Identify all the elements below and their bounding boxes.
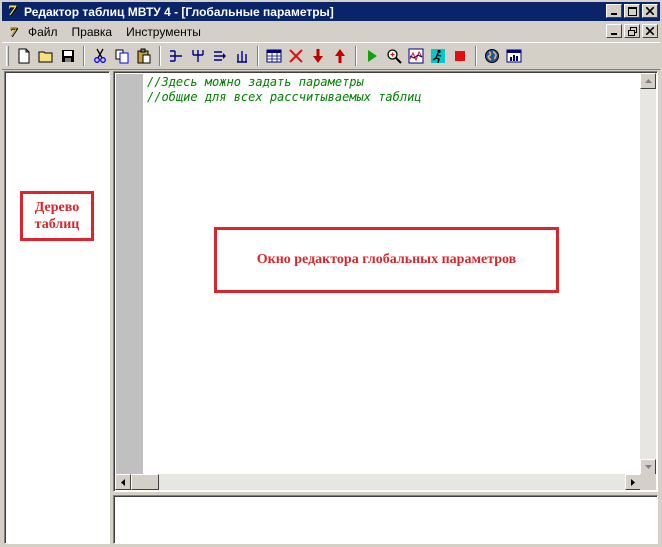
move-down-icon	[313, 49, 323, 63]
scroll-left-button[interactable]	[115, 474, 131, 490]
cut-icon	[94, 48, 106, 63]
open-folder-icon	[38, 51, 53, 63]
arrow-left-icon	[121, 478, 125, 486]
tree-up-icon	[237, 51, 247, 63]
cut-button[interactable]	[89, 45, 111, 67]
tree-right-button[interactable]	[209, 45, 231, 67]
toolbar-grip[interactable]	[6, 46, 9, 66]
caption-buttons	[604, 4, 658, 18]
paste-button[interactable]	[133, 45, 155, 67]
code-line: //Здесь можно задать параметры	[147, 75, 364, 89]
tree-up-button[interactable]	[231, 45, 253, 67]
scrollbar-corner	[640, 474, 656, 490]
tree-expand-button[interactable]	[187, 45, 209, 67]
title-bar[interactable]: 7 Редактор таблиц МВТУ 4 - [Глобальные п…	[2, 2, 660, 21]
paste-icon	[137, 48, 151, 64]
close-icon	[646, 27, 654, 35]
delete-button[interactable]	[285, 45, 307, 67]
menu-tools[interactable]: Инструменты	[119, 25, 208, 39]
chart-window-icon	[506, 49, 522, 63]
run-button[interactable]	[361, 45, 383, 67]
close-button[interactable]	[642, 4, 658, 18]
toolbar-separator	[475, 46, 477, 66]
app-window: 7 Редактор таблиц МВТУ 4 - [Глобальные п…	[0, 0, 662, 547]
doc-close-button[interactable]	[642, 24, 658, 38]
scroll-up-button[interactable]	[640, 73, 656, 89]
toolbar-separator	[355, 46, 357, 66]
minimize-icon	[611, 33, 617, 35]
table-tree-panel[interactable]	[4, 71, 110, 544]
move-up-button[interactable]	[329, 45, 351, 67]
minimize-icon	[611, 13, 617, 15]
toolbar-separator	[159, 46, 161, 66]
zoom-icon	[387, 49, 402, 64]
stop-button[interactable]	[449, 45, 471, 67]
open-button[interactable]	[35, 45, 57, 67]
run-icon	[368, 50, 377, 62]
restore-icon	[627, 26, 637, 36]
new-file-icon	[18, 48, 30, 64]
editor-gutter	[116, 74, 143, 475]
doc-minimize-button[interactable]	[606, 24, 622, 38]
output-panel[interactable]	[113, 495, 658, 544]
copy-button[interactable]	[111, 45, 133, 67]
tree-collapse-button[interactable]	[165, 45, 187, 67]
arrow-right-icon	[631, 478, 635, 486]
globe-icon	[485, 49, 499, 63]
menu-file[interactable]: Файл	[21, 25, 65, 39]
arrow-down-icon	[644, 465, 652, 469]
graph-button[interactable]	[405, 45, 427, 67]
delete-icon	[289, 49, 303, 63]
move-up-icon	[335, 49, 345, 63]
copy-icon	[115, 49, 129, 64]
toolbar	[2, 42, 660, 70]
zoom-button[interactable]	[383, 45, 405, 67]
maximize-icon	[627, 6, 637, 16]
menu-bar: 7 Файл Правка Инструменты	[2, 22, 660, 41]
save-button[interactable]	[57, 45, 79, 67]
toolbar-separator	[257, 46, 259, 66]
document-caption-buttons	[604, 24, 658, 38]
scroll-right-button[interactable]	[625, 474, 641, 490]
tree-right-icon	[214, 51, 226, 61]
maximize-button[interactable]	[624, 4, 640, 18]
graph-icon	[408, 48, 424, 64]
toolbar-separator	[83, 46, 85, 66]
doc-restore-button[interactable]	[624, 24, 640, 38]
stop-icon	[455, 51, 465, 61]
runner-button[interactable]	[427, 45, 449, 67]
editor-code[interactable]: //Здесь можно задать параметры//общие дл…	[147, 75, 422, 105]
minimize-button[interactable]	[606, 4, 622, 18]
close-icon	[646, 7, 654, 15]
new-file-button[interactable]	[13, 45, 35, 67]
editor-annotation: Окно редактора глобальных параметров	[214, 227, 559, 293]
tree-annotation: Дерево таблиц	[20, 191, 94, 241]
horizontal-scroll-thumb[interactable]	[131, 474, 159, 490]
scroll-down-button[interactable]	[640, 459, 656, 475]
horizontal-scrollbar[interactable]	[115, 474, 641, 490]
window-title: Редактор таблиц МВТУ 4 - [Глобальные пар…	[24, 4, 334, 19]
tree-expand-icon	[192, 50, 204, 62]
document-icon[interactable]: 7	[5, 24, 21, 40]
save-icon	[62, 50, 74, 62]
arrow-up-icon	[644, 79, 652, 83]
code-line: //общие для всех рассчитываемых таблиц	[147, 90, 422, 104]
globe-button[interactable]	[481, 45, 503, 67]
table-icon	[266, 49, 282, 63]
app-icon[interactable]: 7	[4, 4, 20, 20]
move-down-button[interactable]	[307, 45, 329, 67]
table-button[interactable]	[263, 45, 285, 67]
menu-edit[interactable]: Правка	[65, 25, 120, 39]
vertical-scrollbar[interactable]	[640, 73, 656, 475]
runner-icon	[431, 49, 445, 64]
tree-collapse-icon	[170, 50, 182, 62]
chart-window-button[interactable]	[503, 45, 525, 67]
